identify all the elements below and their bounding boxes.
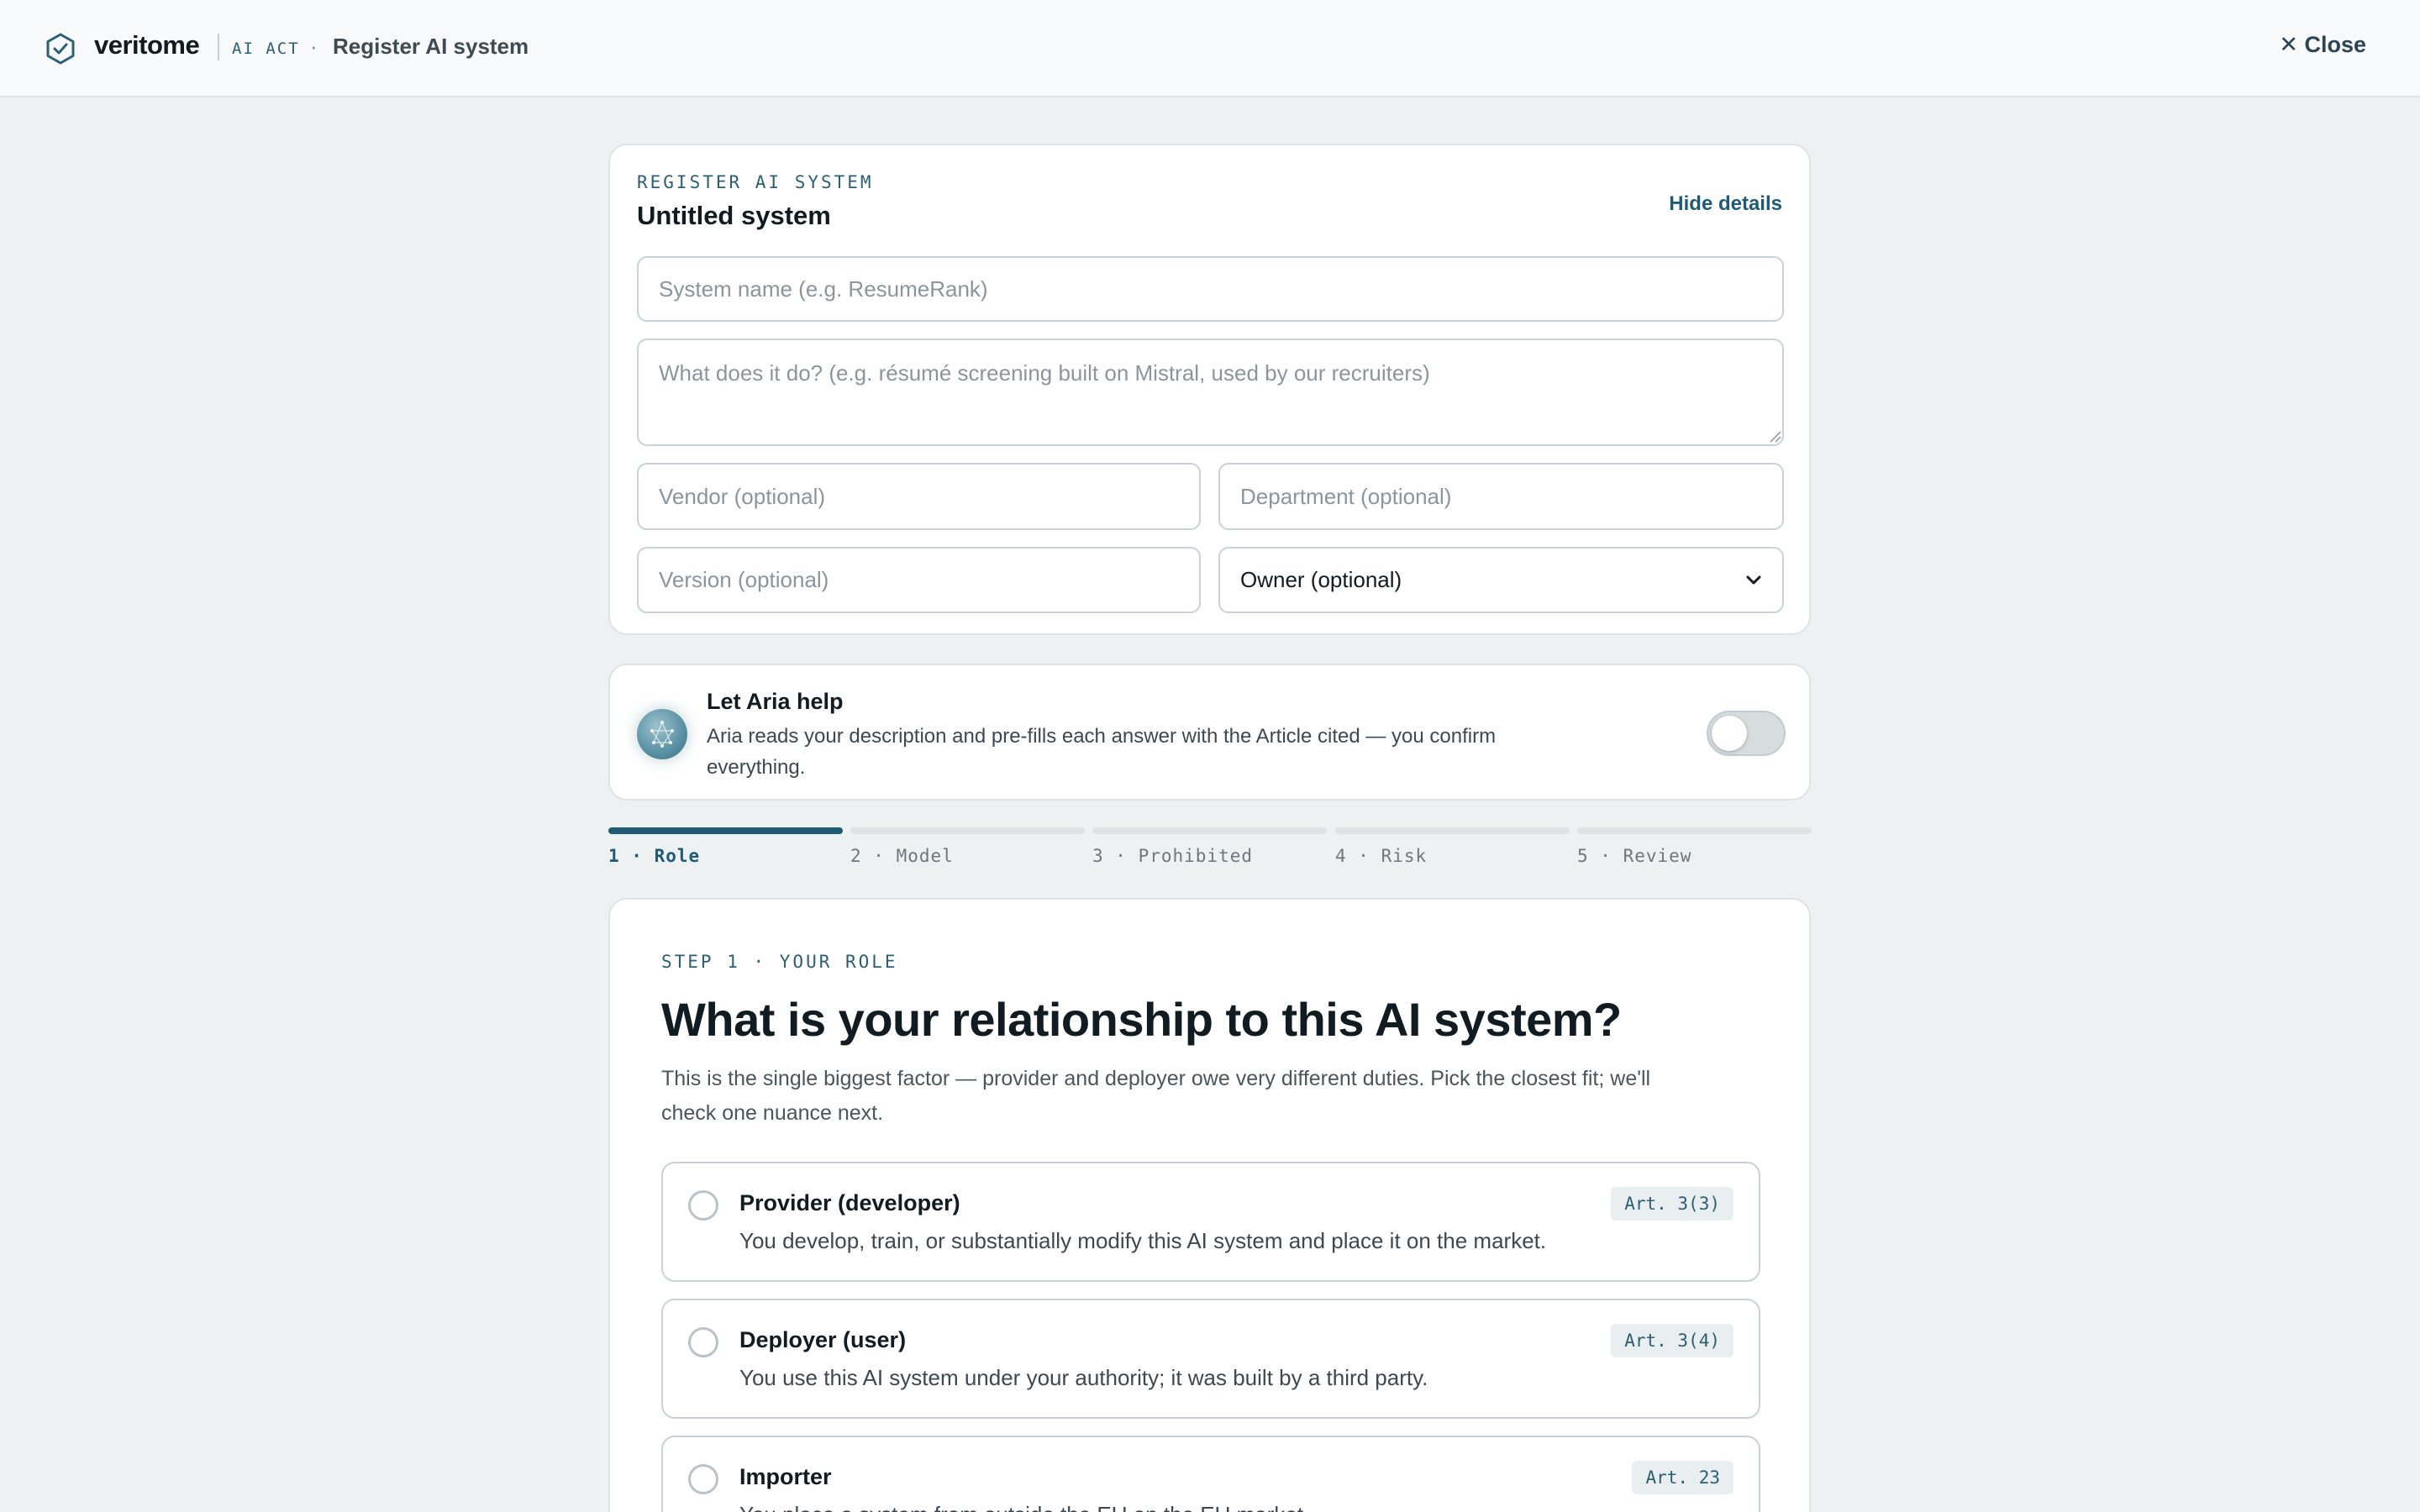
hexagon-check-icon xyxy=(46,33,75,65)
step-model[interactable]: 2 · Model xyxy=(850,827,1085,866)
vendor-input[interactable] xyxy=(637,463,1201,530)
option-title: Provider (developer) xyxy=(739,1190,960,1215)
aria-toggle[interactable] xyxy=(1707,711,1786,756)
step-description: This is the single biggest factor — prov… xyxy=(661,1067,1651,1125)
system-name-input[interactable] xyxy=(637,256,1784,322)
register-eyebrow: REGISTER AI SYSTEM xyxy=(637,172,874,192)
brand-name: veritome xyxy=(94,30,200,60)
brand-divider xyxy=(218,34,219,60)
option-description: You place a system from outside the EU o… xyxy=(739,1502,1309,1512)
radio-button[interactable] xyxy=(688,1190,718,1221)
step-progress-bar xyxy=(1335,827,1570,834)
step-progress-bar xyxy=(1577,827,1812,834)
register-system-card: REGISTER AI SYSTEM Untitled system Hide … xyxy=(608,144,1811,635)
radio-button[interactable] xyxy=(688,1327,718,1357)
resize-grip-icon[interactable] xyxy=(1768,429,1781,443)
hide-details-button[interactable]: Hide details xyxy=(1669,192,1782,216)
step-eyebrow: STEP 1 · YOUR ROLE xyxy=(661,952,898,972)
step-label: 1 · Role xyxy=(608,846,701,866)
step-review[interactable]: 5 · Review xyxy=(1577,827,1812,866)
role-option-provider[interactable]: Provider (developer) You develop, train,… xyxy=(661,1162,1760,1282)
radio-button[interactable] xyxy=(688,1464,718,1494)
step-label: 3 · Prohibited xyxy=(1092,846,1254,866)
role-option-deployer[interactable]: Deployer (user) You use this AI system u… xyxy=(661,1299,1760,1419)
article-badge: Art. 23 xyxy=(1632,1461,1733,1494)
step-label: 2 · Model xyxy=(850,846,954,866)
option-title: Importer xyxy=(739,1464,832,1489)
chevron-down-icon xyxy=(1746,575,1761,584)
step-progress-bar xyxy=(850,827,1085,834)
toggle-knob xyxy=(1712,716,1747,751)
step-prohibited[interactable]: 3 · Prohibited xyxy=(1092,827,1327,866)
article-badge: Art. 3(4) xyxy=(1611,1324,1733,1357)
department-input[interactable] xyxy=(1218,463,1784,530)
step-progress-bar xyxy=(1092,827,1327,834)
owner-select[interactable]: Owner (optional) xyxy=(1218,547,1784,613)
step-role[interactable]: 1 · Role xyxy=(608,827,843,866)
system-description-input[interactable] xyxy=(637,339,1784,446)
article-badge: Art. 3(3) xyxy=(1611,1187,1733,1221)
aria-title: Let Aria help xyxy=(707,689,844,714)
step-label: 5 · Review xyxy=(1577,846,1692,866)
aria-description: Aria reads your description and pre-fill… xyxy=(707,725,1497,779)
step-progress-bar xyxy=(608,827,843,834)
owner-select-value: Owner (optional) xyxy=(1240,567,1402,592)
aria-avatar-icon xyxy=(637,709,687,759)
close-button[interactable]: ✕ Close xyxy=(2279,32,2366,58)
version-input[interactable] xyxy=(637,547,1201,613)
role-step-card: STEP 1 · YOUR ROLE What is your relation… xyxy=(608,898,1811,1512)
option-description: You use this AI system under your author… xyxy=(739,1365,1428,1390)
breadcrumb: Register AI system xyxy=(333,34,529,59)
system-title: Untitled system xyxy=(637,201,831,230)
step-label: 4 · Risk xyxy=(1335,846,1428,866)
step-risk[interactable]: 4 · Risk xyxy=(1335,827,1570,866)
brand-tag: AI ACT xyxy=(232,39,300,58)
top-bar: veritome AI ACT · Register AI system ✕ C… xyxy=(0,0,2420,97)
option-title: Deployer (user) xyxy=(739,1327,907,1352)
breadcrumb-separator: · xyxy=(310,34,318,59)
step-title: What is your relationship to this AI sys… xyxy=(661,993,1622,1046)
aria-help-card: Let Aria help Aria reads your descriptio… xyxy=(608,664,1811,801)
role-option-importer[interactable]: Importer You place a system from outside… xyxy=(661,1436,1760,1512)
option-description: You develop, train, or substantially mod… xyxy=(739,1228,1547,1253)
